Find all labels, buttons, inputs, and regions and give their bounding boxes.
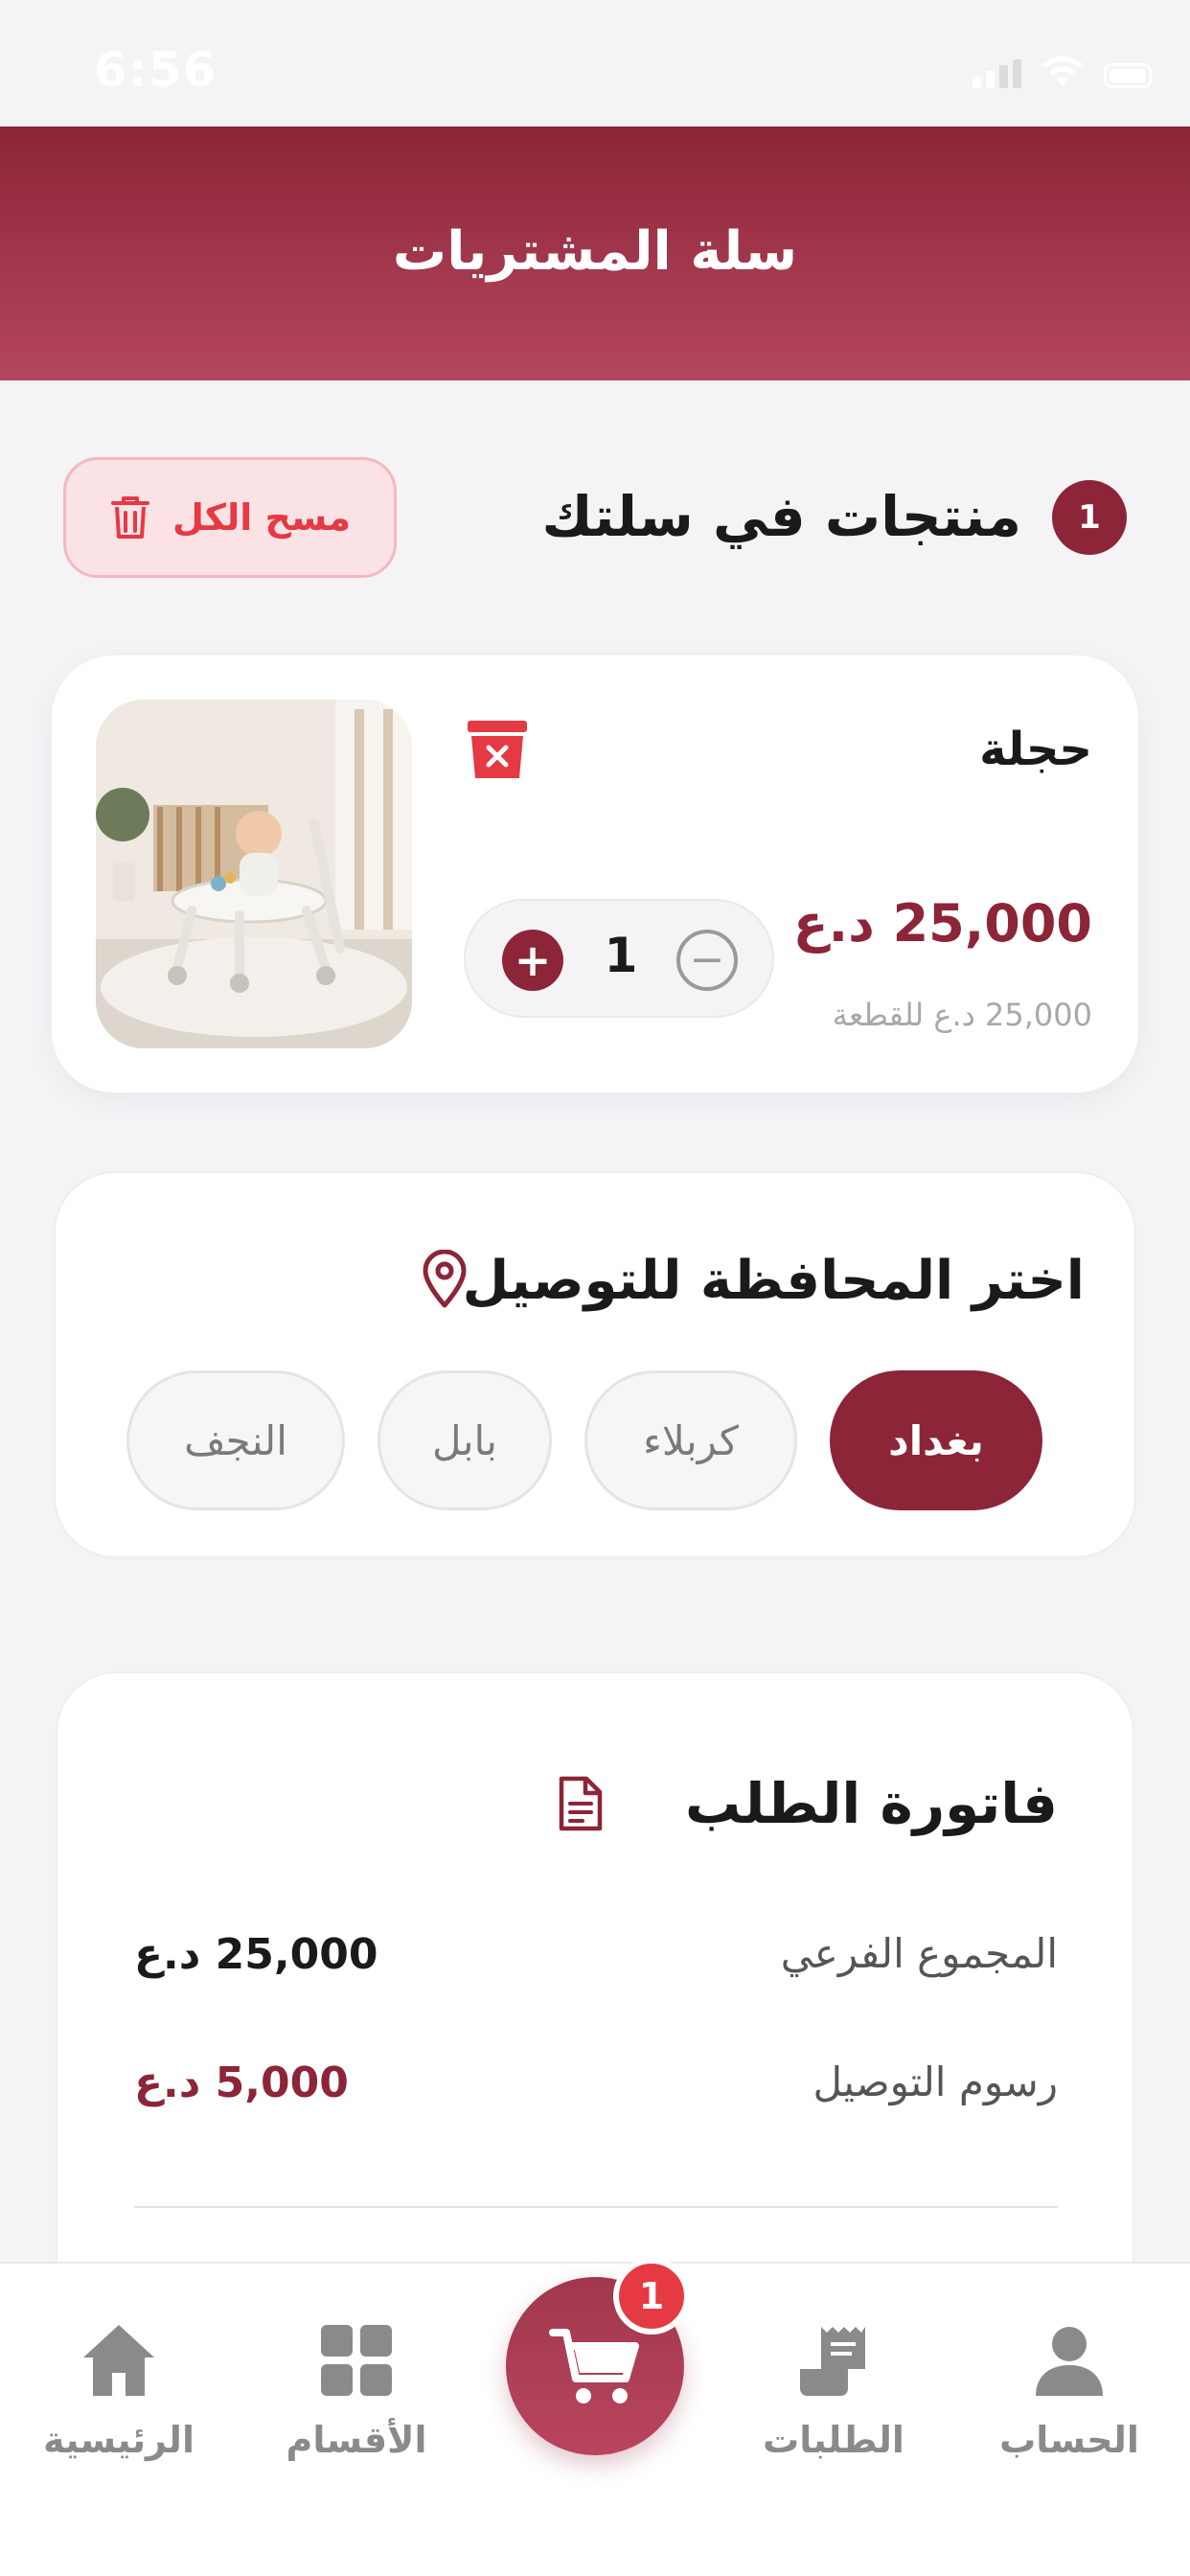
home-icon bbox=[83, 2325, 154, 2396]
delete-box-icon bbox=[468, 721, 527, 778]
nav-label-categories: الأقسام bbox=[286, 2419, 427, 2461]
nav-item-categories[interactable]: الأقسام bbox=[261, 2321, 452, 2513]
invoice-divider bbox=[134, 2206, 1058, 2208]
subtotal-label: المجموع الفرعي bbox=[780, 1930, 1058, 1977]
clear-all-button[interactable]: مسح الكل bbox=[63, 457, 397, 578]
cart-section-header: 1 منتجات في سلتك مسح الكل bbox=[63, 457, 1127, 580]
bottom-navigation: الحساب الطلبات 1 الأقسام الرئيسية bbox=[0, 2258, 1190, 2576]
governorate-option-najaf[interactable]: النجف bbox=[126, 1370, 345, 1510]
nav-item-orders[interactable]: الطلبات bbox=[738, 2321, 929, 2513]
invoice-title: فاتورة الطلب bbox=[685, 1771, 1058, 1836]
nav-label-home: الرئيسية bbox=[43, 2419, 195, 2461]
nav-item-account[interactable]: الحساب bbox=[973, 2321, 1165, 2513]
cart-item-card: حجلة 25,000 د.ع 25,000 د.ع للقطعة + 1 − bbox=[52, 656, 1138, 1092]
delivery-fee-label: رسوم التوصيل bbox=[812, 2058, 1058, 2105]
governorate-option-baghdad[interactable]: بغداد bbox=[830, 1370, 1042, 1510]
quantity-stepper: + 1 − bbox=[464, 899, 774, 1018]
nav-item-home[interactable]: الرئيسية bbox=[23, 2321, 215, 2513]
cart-section-title: منتجات في سلتك bbox=[541, 484, 1021, 549]
status-time: 6:56 bbox=[94, 42, 217, 98]
decrease-quantity-button[interactable]: − bbox=[676, 930, 738, 991]
increase-quantity-button[interactable]: + bbox=[502, 930, 563, 991]
grid-icon bbox=[321, 2325, 392, 2396]
page-title: سلة المشتريات bbox=[392, 220, 798, 283]
cart-count-notification-badge: 1 bbox=[613, 2258, 690, 2334]
product-unit-price: 25,000 د.ع للقطعة bbox=[832, 997, 1092, 1033]
status-icons bbox=[973, 56, 1152, 88]
nav-label-orders: الطلبات bbox=[763, 2419, 904, 2461]
cart-icon bbox=[549, 2329, 639, 2404]
trash-icon bbox=[110, 496, 149, 539]
delivery-governorate-card: اختر المحافظة للتوصيل بغداد كربلاء بابل … bbox=[54, 1171, 1136, 1558]
battery-icon bbox=[1104, 63, 1152, 88]
product-image bbox=[96, 700, 412, 1048]
remove-item-button[interactable] bbox=[466, 719, 529, 780]
signal-icon bbox=[973, 59, 1021, 88]
orders-icon bbox=[800, 2327, 865, 2396]
product-name: حجلة bbox=[979, 723, 1092, 776]
governorate-option-karbala[interactable]: كربلاء bbox=[584, 1370, 797, 1510]
clear-all-label: مسح الكل bbox=[172, 496, 352, 539]
product-price: 25,000 د.ع bbox=[792, 893, 1092, 954]
cart-count-badge: 1 bbox=[1052, 480, 1127, 555]
wifi-icon bbox=[1042, 56, 1083, 86]
subtotal-value: 25,000 د.ع bbox=[134, 1930, 378, 1979]
invoice-delivery-row: رسوم التوصيل 5,000 د.ع bbox=[134, 2058, 1058, 2126]
baby-walker-illustration bbox=[96, 700, 412, 1048]
delivery-fee-value: 5,000 د.ع bbox=[134, 2058, 349, 2107]
app-header: سلة المشتريات bbox=[0, 126, 1190, 380]
quantity-value: 1 bbox=[604, 928, 638, 983]
governorate-options: بغداد كربلاء بابل النجف bbox=[126, 1370, 1042, 1510]
invoice-subtotal-row: المجموع الفرعي 25,000 د.ع bbox=[134, 1930, 1058, 1997]
user-icon bbox=[1036, 2327, 1103, 2396]
nav-label-account: الحساب bbox=[999, 2419, 1139, 2461]
location-pin-icon bbox=[423, 1250, 467, 1308]
status-bar: 6:56 bbox=[0, 0, 1190, 126]
document-icon bbox=[559, 1776, 603, 1831]
invoice-card: فاتورة الطلب المجموع الفرعي 25,000 د.ع ر… bbox=[56, 1671, 1134, 2342]
governorate-option-babil[interactable]: بابل bbox=[378, 1370, 552, 1510]
delivery-title: اختر المحافظة للتوصيل bbox=[462, 1250, 1085, 1312]
